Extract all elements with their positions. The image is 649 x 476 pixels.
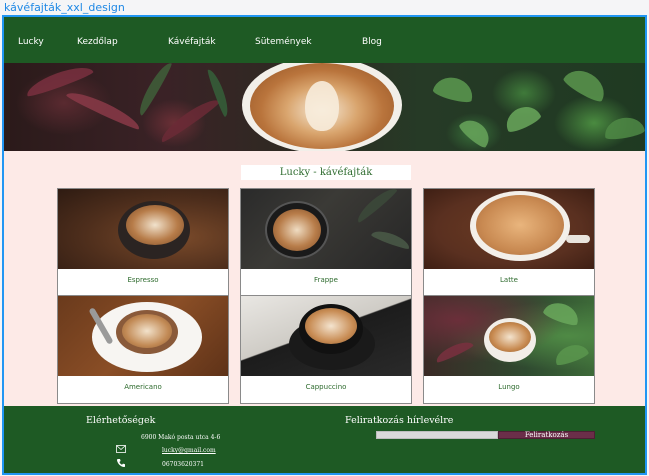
coffee-card-espresso[interactable]: Espresso (57, 188, 229, 297)
page-frame: Lucky Kezdőlap Kávéfajták Sütemények Blo… (2, 15, 647, 475)
card-label: Frappe (314, 276, 338, 284)
subscribe-heading: Feliratkozás hírlevélre (345, 415, 454, 426)
coffee-card-latte[interactable]: Latte (423, 188, 595, 297)
latte-image (424, 189, 594, 269)
nav-item-kezdolap[interactable]: Kezdőlap (77, 17, 118, 63)
coffee-cup-image (242, 63, 402, 151)
coffee-card-frappe[interactable]: Frappe (240, 188, 412, 297)
section-title: Lucky - kávéfajták (241, 165, 411, 180)
nav-item-kavefajtak[interactable]: Kávéfajták (168, 17, 216, 63)
card-label: Cappuccino (305, 383, 347, 391)
coffee-card-cappuccino[interactable]: Cappuccino (240, 295, 412, 404)
nav-brand[interactable]: Lucky (18, 17, 44, 63)
coffee-card-americano[interactable]: Americano (57, 295, 229, 404)
card-label: Americano (124, 383, 162, 391)
nav-item-blog[interactable]: Blog (362, 17, 382, 63)
email-link[interactable]: lucky@gmail.com (162, 447, 216, 454)
card-label: Latte (500, 276, 518, 284)
footer: Elérhetőségek 6900 Makó posta utca 4-6 l… (4, 406, 645, 473)
subscribe-button[interactable]: Feliratkozás (498, 431, 595, 439)
cappuccino-image (241, 296, 411, 376)
artboard-label: kávéfajták_xxl_design (4, 1, 125, 14)
contact-heading: Elérhetőségek (86, 415, 156, 426)
nav-item-sutemenyek[interactable]: Sütemények (255, 17, 312, 63)
lungo-image (424, 296, 594, 376)
hero-banner-image (4, 63, 645, 151)
frappe-image (241, 189, 411, 269)
espresso-image (58, 189, 228, 269)
card-label: Espresso (127, 276, 159, 284)
envelope-icon (116, 445, 126, 453)
newsletter-email-input[interactable] (376, 431, 498, 439)
card-label: Lungo (498, 383, 520, 391)
address-text: 6900 Makó posta utca 4-6 (141, 434, 221, 441)
phone-text: 06703620371 (162, 461, 204, 468)
top-nav: Lucky Kezdőlap Kávéfajták Sütemények Blo… (4, 17, 645, 63)
coffee-card-lungo[interactable]: Lungo (423, 295, 595, 404)
phone-icon (116, 459, 125, 468)
americano-image (58, 296, 228, 376)
